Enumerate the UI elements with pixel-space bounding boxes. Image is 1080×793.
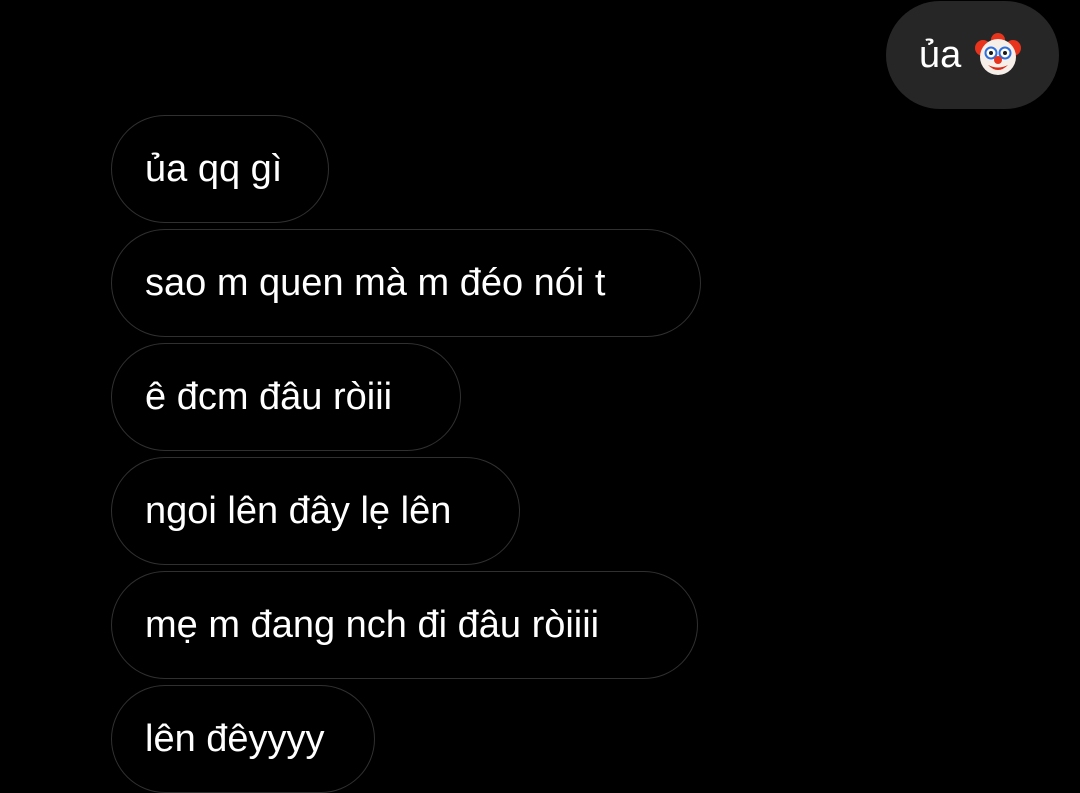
- received-message-bubble[interactable]: ê đcm đâu ròiii: [111, 343, 461, 451]
- received-message-bubble[interactable]: sao m quen mà m đéo nói t: [111, 229, 701, 337]
- message-text: ê đcm đâu ròiii: [145, 376, 393, 418]
- received-message-bubble[interactable]: mẹ m đang nch đi đâu ròiiii: [111, 571, 698, 679]
- clown-face-icon: [973, 30, 1023, 80]
- message-thread: ủa ủa qq gì sao m quen mà m đéo nói t ê …: [0, 0, 1080, 793]
- message-text: lên đêyyyy: [145, 718, 325, 760]
- message-text: ủa qq gì: [145, 148, 283, 190]
- received-message-bubble[interactable]: ủa qq gì: [111, 115, 329, 223]
- received-message-bubble[interactable]: ngoi lên đây lẹ lên: [111, 457, 520, 565]
- received-message-bubble[interactable]: lên đêyyyy: [111, 685, 375, 793]
- message-text: sao m quen mà m đéo nói t: [145, 262, 606, 304]
- message-text: mẹ m đang nch đi đâu ròiiii: [145, 604, 600, 646]
- sent-message-bubble[interactable]: ủa: [886, 1, 1059, 109]
- message-text: ủa: [919, 34, 962, 76]
- message-text: ngoi lên đây lẹ lên: [145, 490, 452, 532]
